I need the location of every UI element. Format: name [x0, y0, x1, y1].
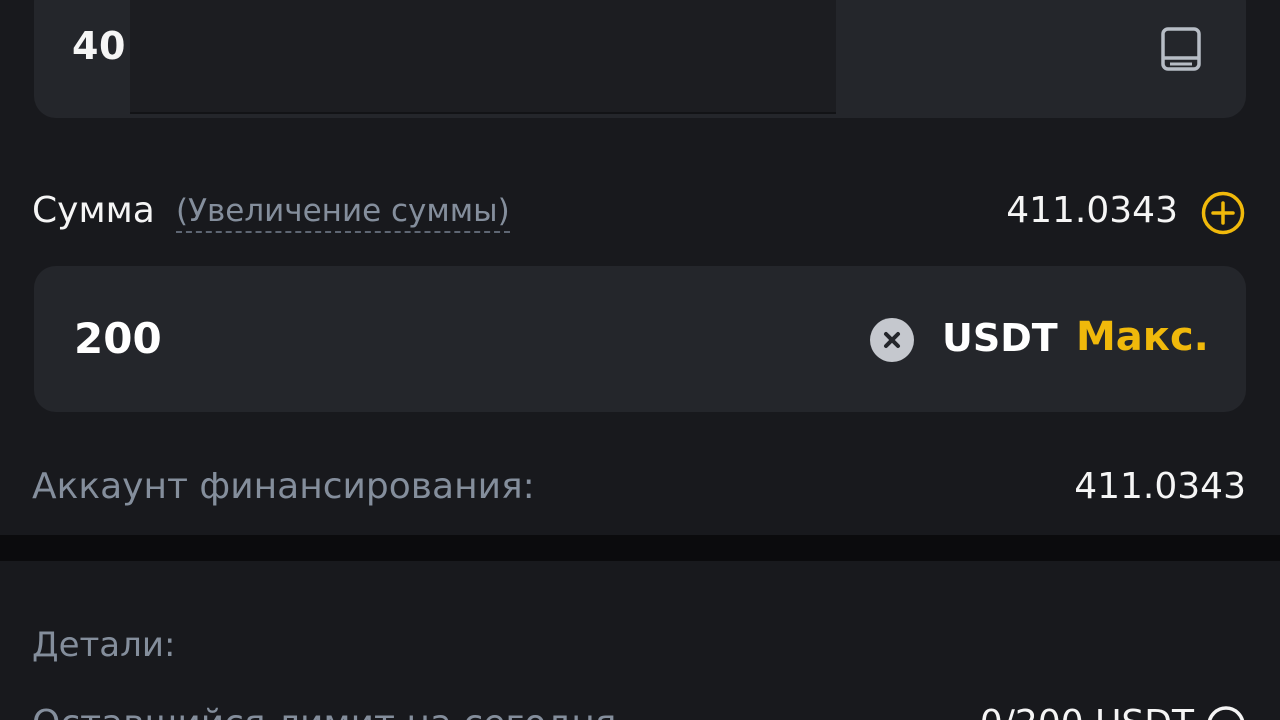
- daily-limit-label: Оставшийся лимит на сегодня: [32, 703, 616, 720]
- address-redaction: [130, 0, 836, 114]
- address-value[interactable]: 40: [72, 24, 126, 68]
- increase-amount-link[interactable]: (Увеличение суммы): [176, 193, 510, 233]
- amount-input[interactable]: 200 USDT Макс.: [34, 266, 1246, 412]
- daily-limit-value: 0/200 USDT: [980, 703, 1194, 720]
- max-button[interactable]: Макс.: [1076, 314, 1209, 360]
- address-book-icon[interactable]: [1160, 26, 1202, 72]
- funding-account-label: Аккаунт финансирования:: [32, 466, 535, 507]
- funding-account-value: 411.0343: [1074, 466, 1246, 507]
- details-section: Детали: Оставшийся лимит на сегодня 0/20…: [0, 561, 1280, 720]
- funding-account-row: Аккаунт финансирования: 411.0343: [32, 462, 1246, 512]
- withdraw-form: 40 Сумма (Увеличение суммы) 411.0343 200: [0, 0, 1280, 535]
- details-title: Детали:: [32, 625, 176, 665]
- details-row-daily-limit: Оставшийся лимит на сегодня 0/200 USDT: [32, 703, 1246, 720]
- section-divider: [0, 535, 1280, 561]
- plus-circle-icon[interactable]: [1200, 190, 1246, 236]
- address-input-box[interactable]: 40: [34, 0, 1246, 118]
- withdraw-page: 40 Сумма (Увеличение суммы) 411.0343 200: [0, 0, 1280, 720]
- currency-label: USDT: [942, 316, 1058, 360]
- amount-input-value[interactable]: 200: [74, 314, 162, 363]
- amount-limit-value: 411.0343: [1006, 190, 1178, 231]
- amount-label: Сумма: [32, 190, 155, 231]
- amount-label-row: Сумма (Увеличение суммы) 411.0343: [32, 186, 1246, 238]
- clear-icon[interactable]: [869, 317, 915, 363]
- info-icon[interactable]: [1206, 705, 1246, 720]
